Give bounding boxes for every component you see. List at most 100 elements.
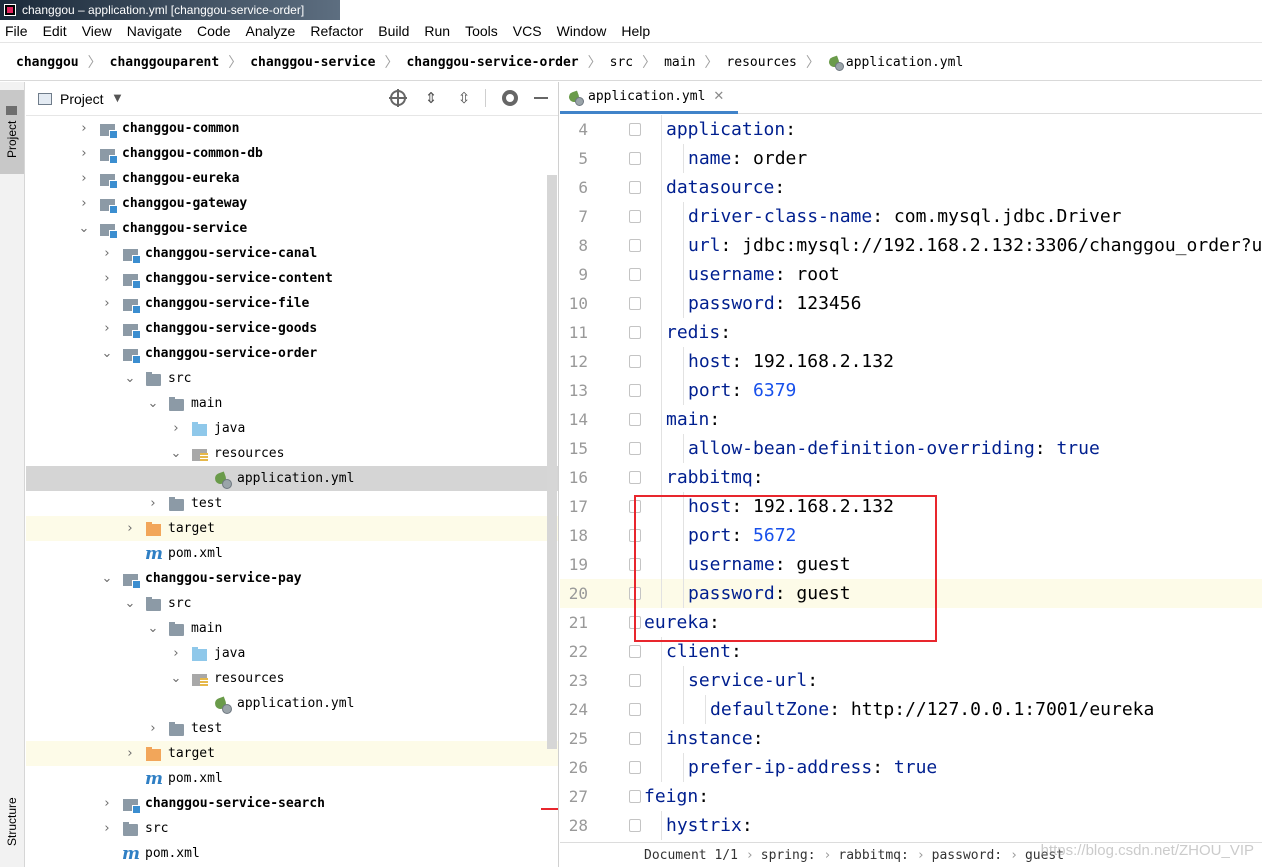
menu-help[interactable]: Help [620, 23, 651, 39]
code-line[interactable]: 6 datasource: [560, 173, 1262, 202]
editor-tab-application-yml[interactable]: application.yml ✕ [560, 82, 738, 114]
status-path-item[interactable]: password: [932, 848, 1002, 863]
menu-refactor[interactable]: Refactor [309, 23, 364, 39]
fold-marker-icon[interactable] [629, 268, 641, 281]
tree-scrollbar[interactable] [547, 175, 557, 749]
code-line[interactable]: 9 username: root [560, 260, 1262, 289]
chevron-down-icon[interactable]: ⌄ [101, 566, 113, 591]
tree-row[interactable]: m pom.xml [26, 766, 558, 791]
code-line[interactable]: 15 allow-bean-definition-overriding: true [560, 434, 1262, 463]
menu-vcs[interactable]: VCS [512, 23, 543, 39]
tree-row[interactable]: › changgou-common [26, 116, 558, 141]
tree-row[interactable]: m pom.xml [26, 841, 558, 866]
tree-row[interactable]: › changgou-service-goods [26, 316, 558, 341]
tree-row[interactable]: › target [26, 741, 558, 766]
status-path-item[interactable]: rabbitmq: [838, 848, 908, 863]
chevron-down-icon[interactable]: ⌄ [101, 341, 113, 366]
menu-view[interactable]: View [81, 23, 113, 39]
tree-row[interactable]: › test [26, 491, 558, 516]
chevron-right-icon[interactable]: › [78, 141, 90, 166]
chevron-down-icon[interactable]: ⌄ [147, 391, 159, 416]
menu-tools[interactable]: Tools [464, 23, 499, 39]
menu-navigate[interactable]: Navigate [126, 23, 183, 39]
fold-marker-icon[interactable] [629, 703, 641, 716]
chevron-right-icon[interactable]: › [124, 741, 136, 766]
code-line[interactable]: 12 host: 192.168.2.132 [560, 347, 1262, 376]
fold-marker-icon[interactable] [629, 674, 641, 687]
code-line[interactable]: 11 redis: [560, 318, 1262, 347]
breadcrumb-item[interactable]: changgou [16, 55, 79, 70]
status-path-item[interactable]: spring: [761, 848, 816, 863]
chevron-down-icon[interactable]: ⌄ [78, 216, 90, 241]
locate-file-button[interactable] [389, 89, 407, 107]
fold-marker-icon[interactable] [629, 297, 641, 310]
tree-row[interactable]: › changgou-service-search [26, 791, 558, 816]
fold-marker-icon[interactable] [629, 790, 641, 803]
tree-row[interactable]: application.yml [26, 466, 558, 491]
code-line[interactable]: 24 defaultZone: http://127.0.0.1:7001/eur… [560, 695, 1262, 724]
tree-row[interactable]: application.yml [26, 691, 558, 716]
tree-row[interactable]: › src [26, 816, 558, 841]
settings-button[interactable] [501, 89, 519, 107]
breadcrumb-item[interactable]: changgouparent [110, 55, 220, 70]
project-tool-tab[interactable]: Project [0, 90, 24, 174]
code-line[interactable]: 23 service-url: [560, 666, 1262, 695]
chevron-down-icon[interactable]: ⌄ [170, 441, 182, 466]
status-document[interactable]: Document 1/1 [644, 848, 738, 863]
fold-marker-icon[interactable] [629, 123, 641, 136]
chevron-right-icon[interactable]: › [170, 416, 182, 441]
code-line[interactable]: 13 port: 6379 [560, 376, 1262, 405]
fold-marker-icon[interactable] [629, 413, 641, 426]
tree-row[interactable]: › changgou-service-file [26, 291, 558, 316]
chevron-down-icon[interactable]: ⌄ [147, 616, 159, 641]
menu-edit[interactable]: Edit [42, 23, 68, 39]
collapse-all-icon[interactable]: ⇳ [455, 89, 473, 107]
chevron-right-icon[interactable]: › [147, 491, 159, 516]
menu-run[interactable]: Run [423, 23, 451, 39]
chevron-right-icon[interactable]: › [78, 116, 90, 141]
chevron-down-icon[interactable]: ▼ [114, 93, 122, 104]
chevron-right-icon[interactable]: › [101, 291, 113, 316]
chevron-right-icon[interactable]: › [101, 816, 113, 841]
code-line[interactable]: 7 driver-class-name: com.mysql.jdbc.Drive… [560, 202, 1262, 231]
code-area[interactable]: 28 hystrix: 27 feign: 26 prefer-ip-address: t… [560, 115, 1262, 842]
fold-marker-icon[interactable] [629, 645, 641, 658]
fold-marker-icon[interactable] [629, 152, 641, 165]
chevron-right-icon[interactable]: › [101, 791, 113, 816]
fold-marker-icon[interactable] [629, 355, 641, 368]
hide-panel-button[interactable] [534, 89, 552, 107]
menu-file[interactable]: File [4, 23, 29, 39]
chevron-right-icon[interactable]: › [78, 166, 90, 191]
chevron-right-icon[interactable]: › [170, 641, 182, 666]
code-line[interactable]: 28 hystrix: [560, 811, 1262, 840]
tree-row[interactable]: › changgou-common-db [26, 141, 558, 166]
chevron-down-icon[interactable]: ⌄ [170, 666, 182, 691]
menu-window[interactable]: Window [556, 23, 608, 39]
structure-tool-tab[interactable]: Structure [0, 782, 24, 862]
chevron-down-icon[interactable]: ⌄ [124, 366, 136, 391]
chevron-down-icon[interactable]: ⌄ [124, 591, 136, 616]
tree-row[interactable]: ⌄ changgou-service-pay [26, 566, 558, 591]
fold-marker-icon[interactable] [629, 732, 641, 745]
fold-marker-icon[interactable] [629, 384, 641, 397]
menu-code[interactable]: Code [196, 23, 231, 39]
menu-analyze[interactable]: Analyze [245, 23, 297, 39]
project-panel-title[interactable]: Project [60, 91, 104, 107]
menu-build[interactable]: Build [377, 23, 410, 39]
breadcrumb-item[interactable]: src [610, 55, 633, 70]
code-line[interactable]: 10 password: 123456 [560, 289, 1262, 318]
tree-row[interactable]: › changgou-eureka [26, 166, 558, 191]
tree-row[interactable]: ⌄ changgou-service-order [26, 341, 558, 366]
expand-all-icon[interactable]: ⇕ [422, 89, 440, 107]
tree-row[interactable]: m pom.xml [26, 541, 558, 566]
fold-marker-icon[interactable] [629, 471, 641, 484]
chevron-right-icon[interactable]: › [78, 191, 90, 216]
tree-row[interactable]: › target [26, 516, 558, 541]
tree-row[interactable]: › changgou-gateway [26, 191, 558, 216]
breadcrumb-item[interactable]: changgou-service [250, 55, 375, 70]
tree-row[interactable]: ⌄ changgou-service [26, 216, 558, 241]
fold-marker-icon[interactable] [629, 239, 641, 252]
chevron-right-icon[interactable]: › [101, 316, 113, 341]
breadcrumb-item[interactable]: main [664, 55, 695, 70]
chevron-right-icon[interactable]: › [124, 516, 136, 541]
